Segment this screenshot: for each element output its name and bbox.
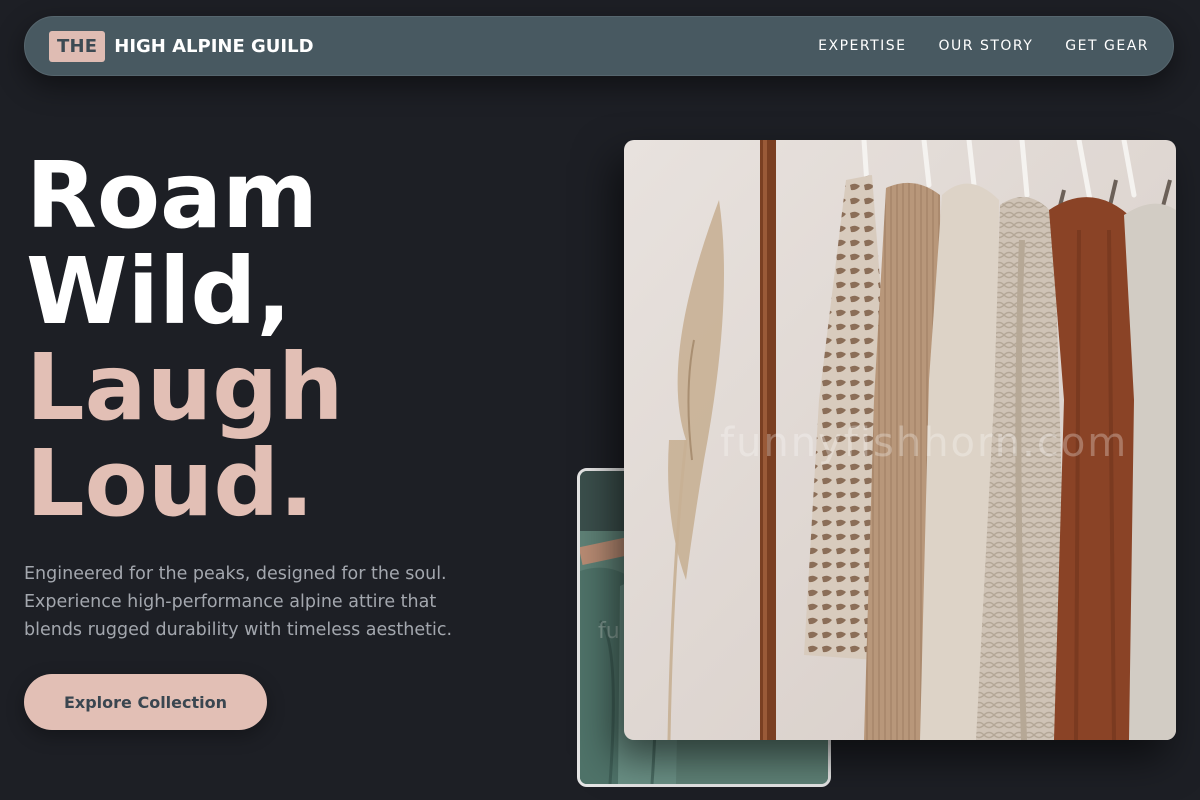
nav-links: EXPERTISE OUR STORY GET GEAR — [818, 38, 1149, 54]
hero-product-image: funnyfishhorn.com — [624, 140, 1176, 740]
hero-title-line-2: Wild, — [26, 238, 292, 345]
explore-collection-button[interactable]: Explore Collection — [24, 674, 267, 730]
hero-title-line-1: Roam — [26, 142, 318, 249]
hero-description: Engineered for the peaks, designed for t… — [24, 564, 453, 640]
nav-link-get-gear[interactable]: GET GEAR — [1065, 38, 1149, 54]
brand-name: HIGH ALPINE GUILD — [114, 35, 314, 57]
hero-title-line-3: Laugh — [26, 334, 344, 441]
clothing-rack-illustration — [624, 140, 1176, 740]
hero-title-line-4: Loud. — [26, 430, 315, 537]
hero-title: Roam Wild, Laugh Loud. — [26, 148, 344, 532]
brand-badge: THE — [49, 30, 106, 62]
nav-link-expertise[interactable]: EXPERTISE — [818, 38, 906, 54]
brand-logo[interactable]: THE HIGH ALPINE GUILD — [49, 30, 314, 62]
secondary-image-watermark: fu — [598, 619, 620, 644]
top-navbar: THE HIGH ALPINE GUILD EXPERTISE OUR STOR… — [24, 16, 1174, 76]
nav-link-our-story[interactable]: OUR STORY — [939, 38, 1034, 54]
